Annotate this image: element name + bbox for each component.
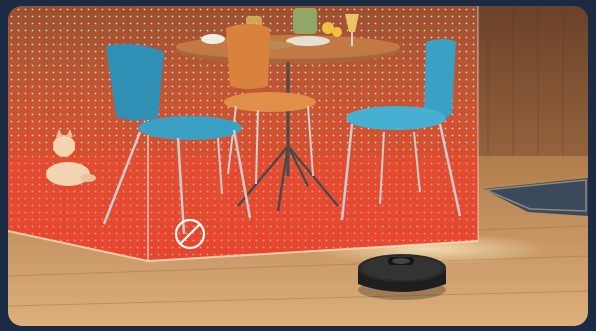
scene-illustration [8,6,588,326]
prohibited-icon [174,218,206,250]
robot-vacuum [358,254,446,300]
scene-photo [8,6,588,326]
image-frame [0,0,596,331]
